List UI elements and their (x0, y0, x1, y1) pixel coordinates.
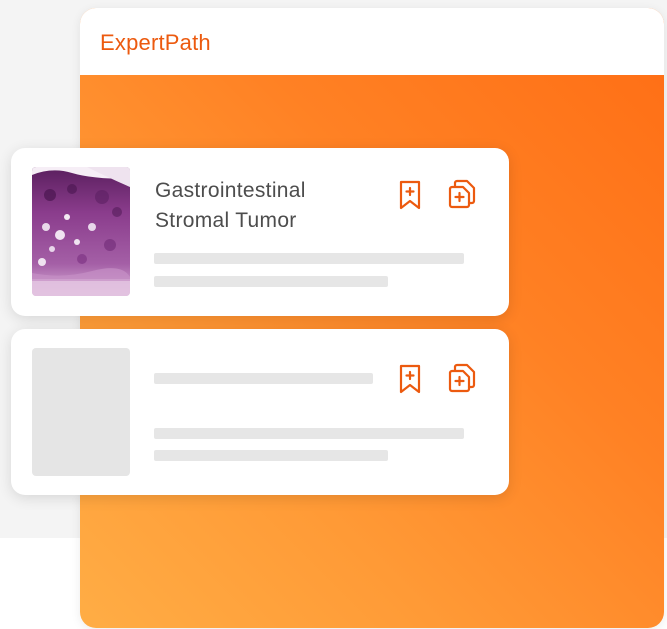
brand-logo-text[interactable]: ExpertPath (100, 30, 211, 56)
app-header: ExpertPath (80, 8, 664, 75)
text-placeholder-bar (154, 450, 388, 461)
text-placeholder-bar (154, 276, 388, 287)
bookmark-plus-icon[interactable] (394, 361, 426, 397)
histology-image (32, 167, 130, 296)
result-card[interactable] (11, 329, 509, 495)
text-placeholder-bar (154, 253, 464, 264)
title-placeholder-bar (154, 373, 373, 384)
app-window: ExpertPath (80, 8, 664, 628)
histology-thumbnail[interactable] (32, 167, 130, 296)
text-placeholder-bar (154, 428, 464, 439)
copy-add-icon[interactable] (446, 176, 478, 212)
thumbnail-placeholder (32, 348, 130, 476)
bookmark-plus-icon[interactable] (394, 177, 426, 213)
copy-add-icon[interactable] (446, 360, 478, 396)
result-card[interactable]: Gastrointestinal Stromal Tumor (11, 148, 509, 316)
card-title[interactable]: Gastrointestinal Stromal Tumor (155, 176, 365, 236)
